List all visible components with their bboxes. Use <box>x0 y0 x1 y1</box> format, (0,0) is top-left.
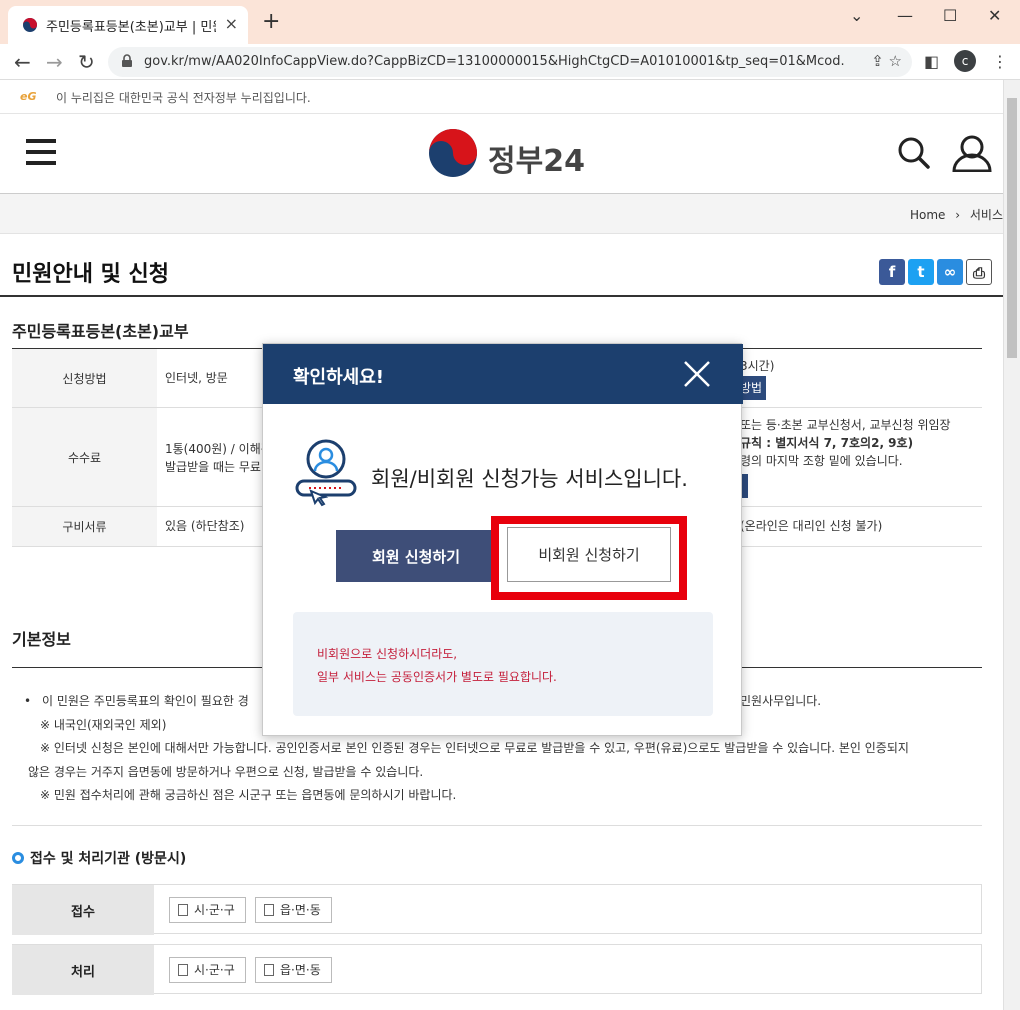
form-line: 규칙 : 별지서식 7, 7호의2, 9호) <box>740 436 914 450</box>
forward-icon[interactable]: → <box>46 50 63 74</box>
fee-line: 1통(400원) / 이해관 <box>165 442 272 456</box>
row-value-right: 또는 등·초본 교부신청서, 교부신청 위임장 규칙 : 별지서식 7, 7호의… <box>740 416 951 470</box>
row-value-right: 3시간) <box>740 359 775 373</box>
section-divider <box>12 825 982 826</box>
title-divider <box>0 295 1003 297</box>
breadcrumb-home[interactable]: Home <box>910 208 945 222</box>
notice-line: 일부 서비스는 공동인증서가 별도로 필요합니다. <box>317 670 557 684</box>
eupmyeondong-button[interactable]: 읍·면·동 <box>255 957 332 983</box>
guest-apply-button[interactable]: 비회원 신청하기 <box>507 527 671 582</box>
browser-tab[interactable]: 주민등록표등본(초본)교부 | 민원 × <box>8 6 248 44</box>
table-row: 접수 시·군·구 읍·면·동 <box>12 884 982 935</box>
list-item: ※ 인터넷 신청은 본인에 대해서만 가능합니다. 공인인증서로 본인 인증된 … <box>40 741 909 755</box>
agency-heading: 접수 및 처리기관 (방문시) <box>12 848 186 868</box>
row-label: 처리 <box>12 945 154 995</box>
row-label: 신청방법 <box>12 349 157 407</box>
building-icon <box>178 904 188 916</box>
tab-title: 주민등록표등본(초본)교부 | 민원 <box>46 20 216 35</box>
form-line: 령의 마지막 조항 밑에 있습니다. <box>740 454 903 468</box>
minimize-icon[interactable]: — <box>897 6 913 25</box>
back-icon[interactable]: ← <box>14 50 31 74</box>
building-icon <box>264 904 274 916</box>
url-text: gov.kr/mw/AA020InfoCappView.do?CappBizCD… <box>144 54 844 69</box>
egov-mark-icon: eG <box>20 90 37 103</box>
service-name: 주민등록표등본(초본)교부 <box>12 322 189 341</box>
basic-info-text: 이 민원은 주민등록표의 확인이 필요한 경 <box>42 694 249 708</box>
sidebar-icon[interactable]: ◧ <box>924 52 939 71</box>
browser-toolbar: ← → ↻ gov.kr/mw/AA020InfoCappView.do?Cap… <box>0 44 1020 80</box>
close-icon[interactable] <box>683 360 711 388</box>
share-page-icon[interactable]: ⇪ ☆ <box>871 52 902 70</box>
eupmyeondong-button[interactable]: 읍·면·동 <box>255 897 332 923</box>
modal-notice: 비회원으로 신청하시더라도, 일부 서비스는 공동인증서가 별도로 필요합니다. <box>293 612 713 716</box>
row-label: 접수 <box>12 885 154 935</box>
profile-avatar[interactable]: c <box>954 50 976 72</box>
scroll-thumb[interactable] <box>1007 98 1017 358</box>
link-icon[interactable]: ∞ <box>937 259 963 285</box>
modal-title: 확인하세요! <box>293 367 385 388</box>
breadcrumb: Home › 서비스 <box>910 206 1003 223</box>
basic-info-text-right: 민원사무입니다. <box>740 694 822 708</box>
modal-message: 회원/비회원 신청가능 서비스입니다. <box>371 467 688 491</box>
list-item: ※ 민원 접수처리에 관해 궁금하신 점은 시군구 또는 읍면동에 문의하시기 … <box>40 788 457 802</box>
row-value: 인터넷, 방문 <box>165 371 228 385</box>
site-logo-text[interactable]: 정부24 <box>488 136 585 180</box>
page-scrollbar[interactable] <box>1003 80 1020 1010</box>
building-icon <box>178 964 188 976</box>
table-row: 처리 시·군·구 읍·면·동 <box>12 944 982 995</box>
bullet-icon: • <box>24 694 32 708</box>
confirm-modal: 확인하세요! 회원/비회원 신청가능 서비스입니다. 회원 신청하기 비회원 신… <box>262 343 743 736</box>
list-item: 않은 경우는 거주지 읍면동에 방문하거나 우편으로 신청, 발급받을 수 있습… <box>28 764 424 779</box>
new-tab-button[interactable]: + <box>262 11 280 33</box>
row-value-right: (온라인은 대리인 신청 불가) <box>740 519 883 533</box>
breadcrumb-separator: › <box>955 208 961 222</box>
ring-bullet-icon <box>12 852 24 864</box>
agency-heading-text: 접수 및 처리기관 (방문시) <box>30 851 187 867</box>
search-icon[interactable] <box>897 136 931 170</box>
sigungu-button[interactable]: 시·군·구 <box>169 957 246 983</box>
fee-line: 발급받을 때는 무료 <box>165 460 261 474</box>
chevron-down-icon[interactable]: ⌄ <box>850 6 863 25</box>
page-title: 민원안내 및 신청 <box>12 262 169 287</box>
basic-info-heading: 기본정보 <box>12 630 71 649</box>
menu-dots-icon[interactable]: ⋮ <box>992 52 1008 71</box>
notice-text: 비회원으로 신청하시더라도, 일부 서비스는 공동인증서가 별도로 필요합니다. <box>317 643 557 689</box>
row-label: 수수료 <box>12 408 157 506</box>
lock-icon <box>122 54 132 67</box>
breadcrumb-bar: Home › 서비스 <box>0 194 1003 234</box>
tab-close-icon[interactable]: × <box>225 14 238 33</box>
gov-banner-text: 이 누리집은 대한민국 공식 전자정부 누리집입니다. <box>56 91 311 105</box>
user-icon[interactable] <box>952 134 992 172</box>
print-icon[interactable]: ⎙ <box>966 259 992 285</box>
method-button[interactable]: 방법 <box>740 376 766 400</box>
sigungu-button[interactable]: 시·군·구 <box>169 897 246 923</box>
building-icon <box>264 964 274 976</box>
row-label: 구비서류 <box>12 507 157 546</box>
form-line: 또는 등·초본 교부신청서, 교부신청 위임장 <box>740 418 951 432</box>
maximize-icon[interactable]: ☐ <box>943 6 957 25</box>
hamburger-menu-icon[interactable] <box>26 139 56 165</box>
address-bar[interactable]: gov.kr/mw/AA020InfoCappView.do?CappBizCD… <box>108 47 912 77</box>
user-login-icon <box>295 439 357 507</box>
browser-tab-bar: 주민등록표등본(초본)교부 | 민원 × + ⌄ — ☐ ✕ <box>0 0 1020 44</box>
close-window-icon[interactable]: ✕ <box>988 6 1001 25</box>
facebook-icon[interactable]: f <box>879 259 905 285</box>
gov-favicon-icon <box>23 18 37 32</box>
member-apply-button[interactable]: 회원 신청하기 <box>336 530 496 582</box>
notice-line: 비회원으로 신청하시더라도, <box>317 647 458 661</box>
taegeuk-logo-icon[interactable] <box>428 128 478 178</box>
reload-icon[interactable]: ↻ <box>78 50 95 74</box>
row-value: 1통(400원) / 이해관 발급받을 때는 무료 <box>165 440 272 476</box>
twitter-icon[interactable]: t <box>908 259 934 285</box>
modal-header: 확인하세요! <box>263 344 743 404</box>
gov-banner: eG 이 누리집은 대한민국 공식 전자정부 누리집입니다. <box>0 80 1003 114</box>
site-header: 정부24 <box>0 114 1003 194</box>
row-value: 있음 (하단참조) <box>165 519 245 533</box>
breadcrumb-current[interactable]: 서비스 <box>970 208 1003 222</box>
